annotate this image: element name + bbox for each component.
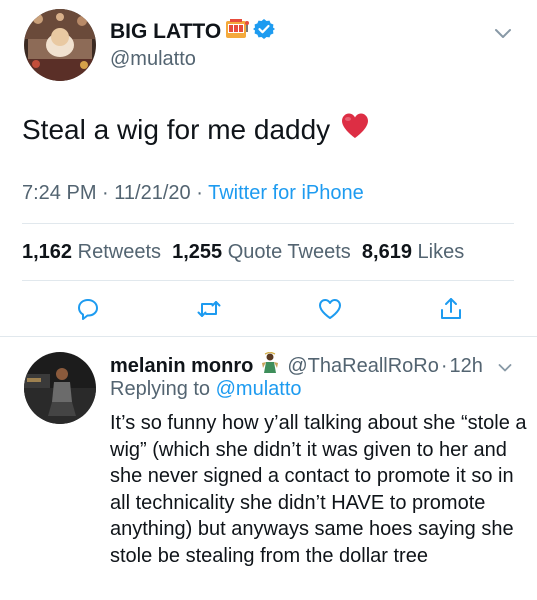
section-divider bbox=[0, 336, 537, 337]
likes-stat[interactable]: 8,619 Likes bbox=[362, 241, 464, 263]
divider bbox=[22, 280, 514, 281]
meta-separator: · bbox=[196, 182, 203, 204]
replying-to: Replying to @mulatto bbox=[110, 378, 302, 401]
share-icon[interactable] bbox=[438, 296, 464, 322]
divider bbox=[22, 223, 514, 224]
reply-icon[interactable] bbox=[75, 296, 101, 322]
reply-header: melanin monro @ThaReallRoRo · 12h bbox=[110, 351, 483, 380]
tweet-text: Steal a wig for me daddy bbox=[22, 112, 370, 147]
quotes-label: Quote Tweets bbox=[227, 241, 351, 263]
main-avatar[interactable] bbox=[24, 9, 96, 81]
main-display-name[interactable]: BIG LATTO bbox=[110, 18, 276, 46]
reply-time[interactable]: 12h bbox=[450, 355, 483, 378]
verified-badge-icon bbox=[253, 18, 276, 46]
likes-label: Likes bbox=[417, 241, 465, 263]
retweet-icon[interactable] bbox=[196, 296, 222, 322]
slot-machine-emoji bbox=[225, 18, 250, 46]
display-name-text: BIG LATTO bbox=[110, 20, 222, 43]
chevron-down-icon[interactable] bbox=[498, 360, 512, 372]
tweet-source-link[interactable]: Twitter for iPhone bbox=[208, 182, 364, 204]
retweets-label: Retweets bbox=[77, 241, 161, 263]
meta-separator: · bbox=[102, 182, 109, 204]
replying-mention-link[interactable]: @mulatto bbox=[216, 378, 302, 400]
likes-count: 8,619 bbox=[361, 241, 412, 263]
tweet-meta: 7:24 PM · 11/21/20 · Twitter for iPhone bbox=[22, 182, 364, 205]
like-icon[interactable] bbox=[317, 296, 343, 322]
quotes-count: 1,255 bbox=[172, 241, 223, 263]
tweet-stats: 1,162 Retweets 1,255 Quote Tweets 8,619 … bbox=[22, 241, 464, 264]
reply-text: It’s so funny how y’all talking about sh… bbox=[110, 412, 527, 567]
reply-avatar[interactable] bbox=[24, 352, 96, 424]
quotes-stat[interactable]: 1,255 Quote Tweets bbox=[172, 241, 351, 263]
chevron-down-icon[interactable] bbox=[494, 27, 512, 39]
tweet-time: 7:24 PM bbox=[22, 182, 97, 204]
retweets-count: 1,162 bbox=[22, 241, 73, 263]
main-handle[interactable]: @mulatto bbox=[110, 48, 196, 71]
reply-display-name[interactable]: melanin monro bbox=[110, 355, 253, 378]
replying-prefix: Replying to bbox=[110, 378, 211, 400]
reply-handle[interactable]: @ThaReallRoRo bbox=[287, 355, 438, 378]
tweet-date: 11/21/20 bbox=[114, 182, 191, 204]
retweets-stat[interactable]: 1,162 Retweets bbox=[22, 241, 161, 263]
person-emoji bbox=[259, 351, 281, 380]
red-heart-emoji bbox=[340, 112, 370, 147]
tweet-text-content: Steal a wig for me daddy bbox=[22, 113, 331, 145]
reply-separator: · bbox=[440, 354, 448, 377]
